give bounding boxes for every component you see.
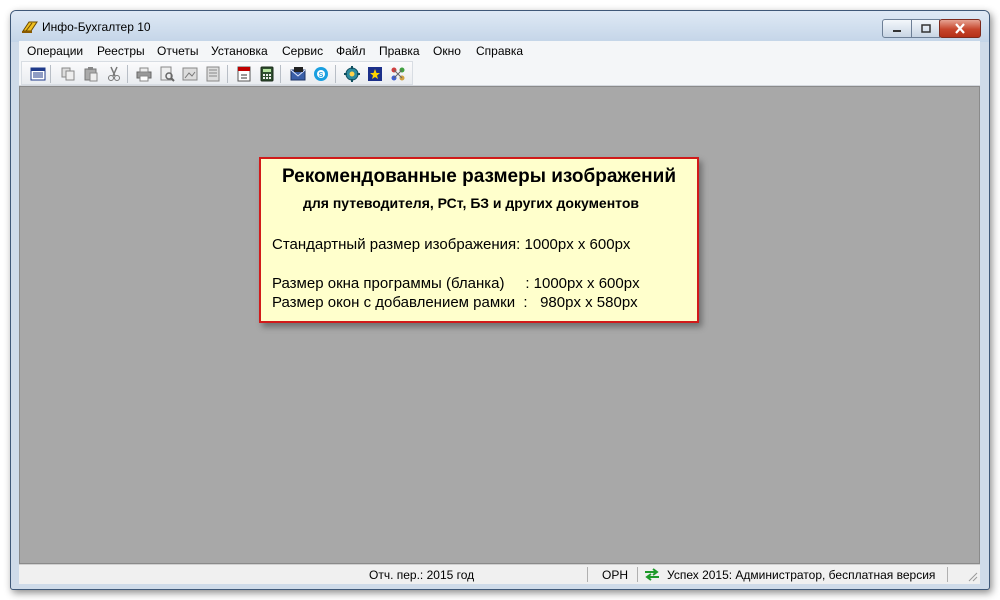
notice-standard-size: Стандартный размер изображения: 1000px x… [272, 236, 631, 253]
menu-setup[interactable]: Установка [211, 44, 268, 58]
notice-framed-size: Размер окон с добавлением рамки : 980px … [272, 294, 638, 311]
calculator-icon[interactable] [259, 66, 275, 82]
resize-grip-icon[interactable] [967, 571, 978, 582]
mdi-workspace: Рекомендованные размеры изображений для … [19, 86, 980, 564]
status-bar: Отч. пер.: 2015 год ОРН Успех 2015: Адми… [19, 564, 980, 584]
toolbar-separator [335, 65, 336, 83]
notice-window-size: Размер окна программы (бланка) : 1000px … [272, 275, 640, 292]
title-bar[interactable]: Инфо-Бухгалтер 10 [11, 11, 989, 42]
list-view-icon[interactable] [30, 66, 46, 82]
toolbar-separator [127, 65, 128, 83]
close-button[interactable] [939, 19, 981, 38]
menu-service[interactable]: Сервис [282, 44, 323, 58]
skype-icon[interactable]: S [313, 66, 329, 82]
image-icon[interactable] [182, 66, 198, 82]
close-icon [955, 23, 965, 34]
app-logo-icon [22, 21, 38, 33]
status-mode: ОРН [602, 568, 629, 582]
toolbar-panel: S [21, 61, 413, 85]
network-icon[interactable] [390, 66, 406, 82]
restore-icon [920, 24, 931, 33]
menu-registers[interactable]: Реестры [97, 44, 145, 58]
toolbar: S [19, 60, 980, 86]
notice-title: Рекомендованные размеры изображений [281, 166, 677, 187]
application-window: Инфо-Бухгалтер 10 Операции Реестры Отчет… [10, 10, 990, 590]
print-preview-icon[interactable] [159, 66, 175, 82]
cut-icon[interactable] [106, 66, 122, 82]
menu-help[interactable]: Справка [476, 44, 523, 58]
svg-text:S: S [319, 72, 324, 79]
connection-arrows-icon [645, 568, 659, 581]
restore-button[interactable] [911, 19, 940, 38]
toolbar-separator [50, 65, 51, 83]
menu-operations[interactable]: Операции [27, 44, 83, 58]
paste-icon[interactable] [83, 66, 99, 82]
minimize-button[interactable] [882, 19, 912, 38]
star-image-icon[interactable] [367, 66, 383, 82]
pdf-document-icon[interactable] [236, 66, 252, 82]
menu-window[interactable]: Окно [433, 44, 461, 58]
toolbar-separator [227, 65, 228, 83]
notice-subtitle: для путеводителя, РСт, БЗ и других докум… [302, 195, 639, 211]
status-separator [637, 567, 638, 582]
status-separator [947, 567, 948, 582]
menu-edit[interactable]: Правка [379, 44, 420, 58]
status-separator [587, 567, 588, 582]
window-title: Инфо-Бухгалтер 10 [42, 20, 151, 34]
menu-bar: Операции Реестры Отчеты Установка Сервис… [19, 41, 980, 60]
settings-gear-icon[interactable] [344, 66, 360, 82]
status-user: Успех 2015: Администратор, бесплатная ве… [667, 568, 936, 582]
copy-icon[interactable] [60, 66, 76, 82]
mail-icon[interactable] [290, 66, 306, 82]
print-icon[interactable] [136, 66, 152, 82]
form-icon[interactable] [205, 66, 221, 82]
menu-reports[interactable]: Отчеты [157, 44, 198, 58]
status-period: Отч. пер.: 2015 год [369, 568, 475, 582]
minimize-icon [893, 29, 901, 32]
toolbar-separator [280, 65, 281, 83]
menu-file[interactable]: Файл [336, 44, 366, 58]
recommended-sizes-notice: Рекомендованные размеры изображений для … [259, 157, 699, 323]
